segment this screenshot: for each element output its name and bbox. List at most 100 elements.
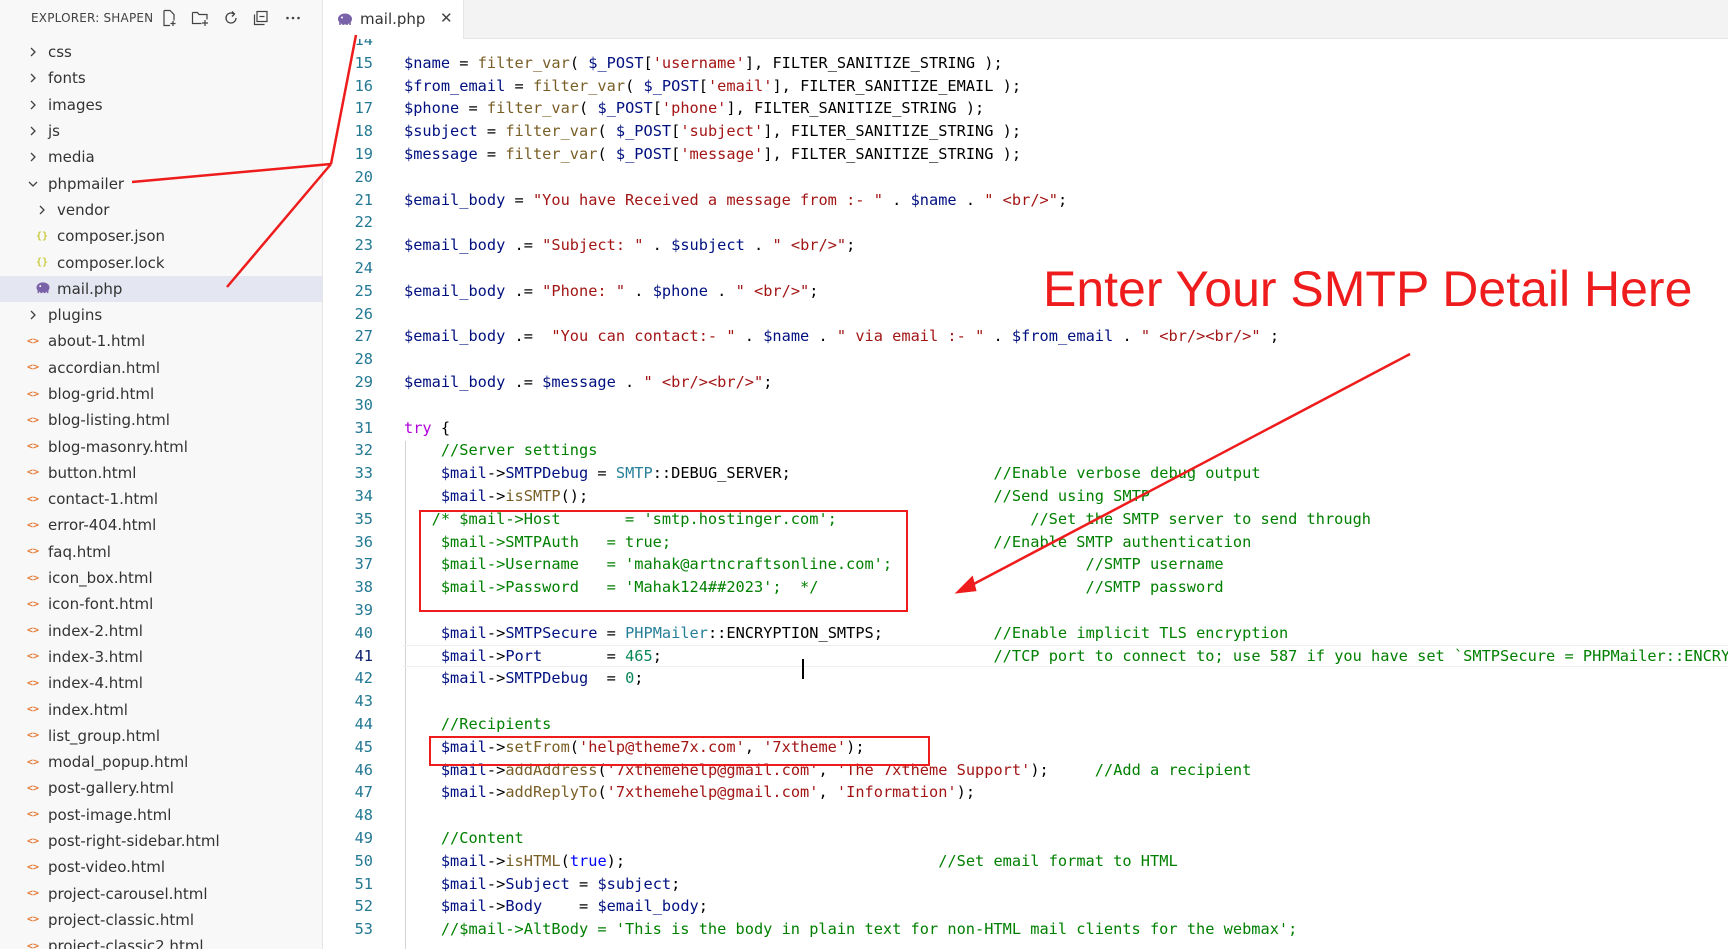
tree-item-js[interactable]: js (0, 118, 322, 144)
tree-item-label: error-404.html (48, 516, 157, 535)
tree-item-modal-popup-html[interactable]: <> modal_popup.html (0, 749, 322, 775)
chevron-down-icon[interactable] (26, 177, 40, 191)
tree-item-index-2-html[interactable]: <> index-2.html (0, 618, 322, 644)
code-line[interactable]: 43 (323, 690, 1728, 713)
tree-item-contact-1-html[interactable]: <> contact-1.html (0, 486, 322, 512)
code-line[interactable]: 34 $mail->isSMTP(); //Send using SMTP (323, 485, 1728, 508)
tree-item-error-404-html[interactable]: <> error-404.html (0, 512, 322, 538)
code-line[interactable]: 53 //$mail->AltBody = 'This is the body … (323, 918, 1728, 941)
code-line[interactable]: 41 $mail->Port = 465; //TCP port to conn… (323, 644, 1728, 668)
chevron-right-icon[interactable] (26, 308, 40, 322)
tree-item-phpmailer[interactable]: phpmailer (0, 170, 322, 196)
tree-item-label: mail.php (57, 279, 123, 298)
tree-item-label: vendor (57, 200, 110, 219)
code-line[interactable]: 28 (323, 348, 1728, 371)
chevron-right-icon[interactable] (26, 45, 40, 59)
code-token: true (569, 851, 607, 870)
code-line[interactable]: 48 (323, 804, 1728, 827)
tree-item-post-gallery-html[interactable]: <> post-gallery.html (0, 775, 322, 801)
code-line[interactable]: 42 $mail->SMTPDebug = 0; (323, 667, 1728, 690)
code-line[interactable]: 32 //Server settings (323, 439, 1728, 462)
tree-item-label: post-image.html (48, 805, 172, 824)
code-line[interactable]: 20 (323, 166, 1728, 189)
code-line[interactable]: 29 $email_body .= $message . " <br/><br/>… (323, 371, 1728, 394)
code-line[interactable]: 15 $name = filter_var( $_POST['username']… (323, 52, 1728, 75)
code-line[interactable]: 22 (323, 211, 1728, 234)
code-line[interactable]: 49 //Content (323, 827, 1728, 850)
tree-item-icon-font-html[interactable]: <> icon-font.html (0, 591, 322, 617)
tree-item-vendor[interactable]: vendor (0, 197, 322, 223)
code-line[interactable]: 44 //Recipients (323, 713, 1728, 736)
code-line[interactable]: 16 $from_email = filter_var( $_POST['emai… (323, 75, 1728, 98)
code-line[interactable]: 18 $subject = filter_var( $_POST['subject… (323, 120, 1728, 143)
code-token: ], FILTER_SANITIZE_STRING ); (726, 99, 985, 118)
tree-item-plugins[interactable]: plugins (0, 302, 322, 328)
tree-item-icon-box-html[interactable]: <> icon_box.html (0, 565, 322, 591)
close-icon[interactable]: ✕ (440, 9, 453, 27)
tree-item-index-html[interactable]: <> index.html (0, 696, 322, 722)
tree-item-project-carousel-html[interactable]: <> project-carousel.html (0, 881, 322, 907)
tree-item-button-html[interactable]: <> button.html (0, 460, 322, 486)
code-token: addReplyTo (505, 783, 598, 802)
tree-item-css[interactable]: css (0, 39, 322, 65)
tree-item-post-right-sidebar-html[interactable]: <> post-right-sidebar.html (0, 828, 322, 854)
tree-item-blog-masonry-html[interactable]: <> blog-masonry.html (0, 433, 322, 459)
collapse-all-icon[interactable] (251, 8, 271, 28)
tree-item-accordian-html[interactable]: <> accordian.html (0, 355, 322, 381)
tree-item-project-classic2-html[interactable]: <> project-classic2.html (0, 933, 322, 949)
new-file-icon[interactable] (159, 8, 179, 28)
code-token: //Set email format to HTML (938, 851, 1178, 870)
line-number: 31 (354, 418, 373, 437)
tree-item-post-image-html[interactable]: <> post-image.html (0, 802, 322, 828)
code-line[interactable]: 52 $mail->Body = $email_body; (323, 895, 1728, 918)
code-line[interactable]: 40 $mail->SMTPSecure = PHPMailer::ENCRYP… (323, 622, 1728, 645)
tree-item-media[interactable]: media (0, 144, 322, 170)
chevron-right-icon[interactable] (26, 98, 40, 112)
code-line[interactable]: 17 $phone = filter_var( $_POST['phone'], … (323, 97, 1728, 120)
tree-item-post-video-html[interactable]: <> post-video.html (0, 854, 322, 880)
code-line[interactable]: 47 $mail->addReplyTo('7xthemehelp@gmail.… (323, 781, 1728, 804)
tree-item-faq-html[interactable]: <> faq.html (0, 539, 322, 565)
code-token: . (1113, 327, 1141, 346)
tab-mail-php[interactable]: mail.php ✕ (323, 0, 464, 39)
code-line[interactable]: 30 (323, 394, 1728, 417)
tree-item-index-4-html[interactable]: <> index-4.html (0, 670, 322, 696)
code-editor[interactable]: 14 15 $name = filter_var( $_POST['username… (323, 39, 1728, 949)
code-line[interactable]: 51 $mail->Subject = $subject; (323, 873, 1728, 896)
more-icon[interactable] (283, 8, 303, 28)
tree-item-project-classic-html[interactable]: <> project-classic.html (0, 907, 322, 933)
code-line[interactable]: 50 $mail->isHTML(true); //Set email form… (323, 850, 1728, 873)
tree-item-label: composer.json (57, 227, 166, 246)
tree-item-mail-php[interactable]: mail.php (0, 275, 322, 302)
tree-item-label: modal_popup.html (48, 753, 189, 772)
code-line[interactable]: 21 $email_body = "You have Received a mes… (323, 189, 1728, 212)
code-token: $email_body (404, 373, 506, 391)
new-folder-icon[interactable] (190, 8, 210, 28)
tree-item-blog-listing-html[interactable]: <> blog-listing.html (0, 407, 322, 433)
code-line[interactable]: 31 try { (323, 417, 1728, 440)
code-line[interactable]: 33 $mail->SMTPDebug = SMTP::DEBUG_SERVER… (323, 462, 1728, 485)
tree-item-images[interactable]: images (0, 92, 322, 118)
chevron-right-icon[interactable] (26, 150, 40, 164)
tree-item-index-3-html[interactable]: <> index-3.html (0, 644, 322, 670)
tree-item-composer-lock[interactable]: {} composer.lock (0, 249, 322, 275)
code-line[interactable]: 19 $message = filter_var( $_POST['message… (323, 143, 1728, 166)
code-token: 'message' (680, 145, 764, 163)
code-line[interactable]: 23 $email_body .= "Subject: " . $subject … (323, 234, 1728, 257)
tree-item-blog-grid-html[interactable]: <> blog-grid.html (0, 381, 322, 407)
tree-item-label: images (48, 95, 103, 114)
chevron-right-icon[interactable] (26, 124, 40, 138)
code-token: = (597, 623, 626, 642)
refresh-icon[interactable] (221, 8, 241, 28)
tree-item-list-group-html[interactable]: <> list_group.html (0, 723, 322, 749)
tree-item-composer-json[interactable]: {} composer.json (0, 223, 322, 249)
chevron-right-icon[interactable] (35, 203, 49, 217)
tree-item-fonts[interactable]: fonts (0, 65, 322, 91)
code-line[interactable]: 14 (323, 39, 1728, 52)
chevron-right-icon[interactable] (26, 71, 40, 85)
code-line[interactable]: 27 $email_body .= "You can contact:- " . … (323, 325, 1728, 348)
tree-item-about-1-html[interactable]: <> about-1.html (0, 328, 322, 354)
code-token: try (404, 418, 432, 437)
